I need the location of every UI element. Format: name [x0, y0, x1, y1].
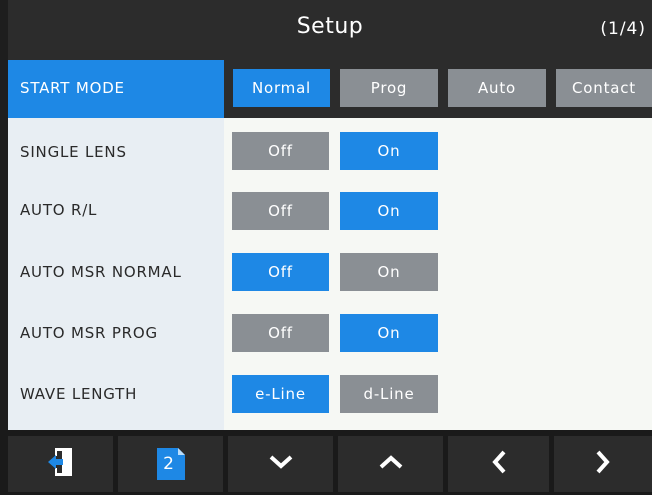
wave-length-e-line-button[interactable]: e-Line [232, 375, 329, 413]
single-lens-on-button[interactable]: On [340, 132, 438, 170]
chevron-left-icon [491, 449, 507, 479]
auto-msr-normal-label: AUTO MSR NORMAL [20, 263, 182, 281]
auto-msr-normal-on-button[interactable]: On [340, 253, 438, 291]
bottom-toolbar: 2 [0, 430, 652, 495]
auto-rl-on-button[interactable]: On [340, 192, 438, 230]
wave-length-label: WAVE LENGTH [20, 385, 138, 403]
auto-msr-prog-label: AUTO MSR PROG [20, 324, 158, 342]
auto-rl-label: AUTO R/L [20, 201, 98, 219]
page-button[interactable]: 2 [118, 436, 223, 492]
setup-screen: Setup (1/4) START MODE Normal Prog Auto … [0, 0, 652, 495]
auto-msr-normal-off-button[interactable]: Off [232, 253, 329, 291]
start-mode-contact-button[interactable]: Contact [556, 69, 652, 107]
previous-page-button[interactable] [448, 436, 549, 492]
page-badge: 2 [163, 454, 174, 474]
page-title: Setup [296, 14, 364, 39]
next-page-button[interactable] [554, 436, 652, 492]
exit-button[interactable] [8, 436, 113, 492]
single-lens-off-button[interactable]: Off [232, 132, 329, 170]
scroll-down-button[interactable] [228, 436, 333, 492]
page-indicator: (1/4) [600, 19, 646, 39]
start-mode-prog-button[interactable]: Prog [340, 69, 438, 107]
chevron-right-icon [595, 449, 611, 479]
start-mode-label: START MODE [20, 79, 125, 97]
auto-rl-off-button[interactable]: Off [232, 192, 329, 230]
start-mode-auto-button[interactable]: Auto [448, 69, 546, 107]
chevron-down-icon [268, 454, 294, 474]
title-bar: Setup (1/4) [8, 0, 652, 60]
scroll-up-button[interactable] [338, 436, 443, 492]
wave-length-d-line-button[interactable]: d-Line [340, 375, 438, 413]
exit-icon [46, 446, 76, 482]
auto-msr-prog-off-button[interactable]: Off [232, 314, 329, 352]
auto-msr-prog-on-button[interactable]: On [340, 314, 438, 352]
chevron-up-icon [378, 454, 404, 474]
start-mode-normal-button[interactable]: Normal [233, 69, 330, 107]
page-icon: 2 [154, 447, 188, 481]
single-lens-label: SINGLE LENS [20, 143, 127, 161]
